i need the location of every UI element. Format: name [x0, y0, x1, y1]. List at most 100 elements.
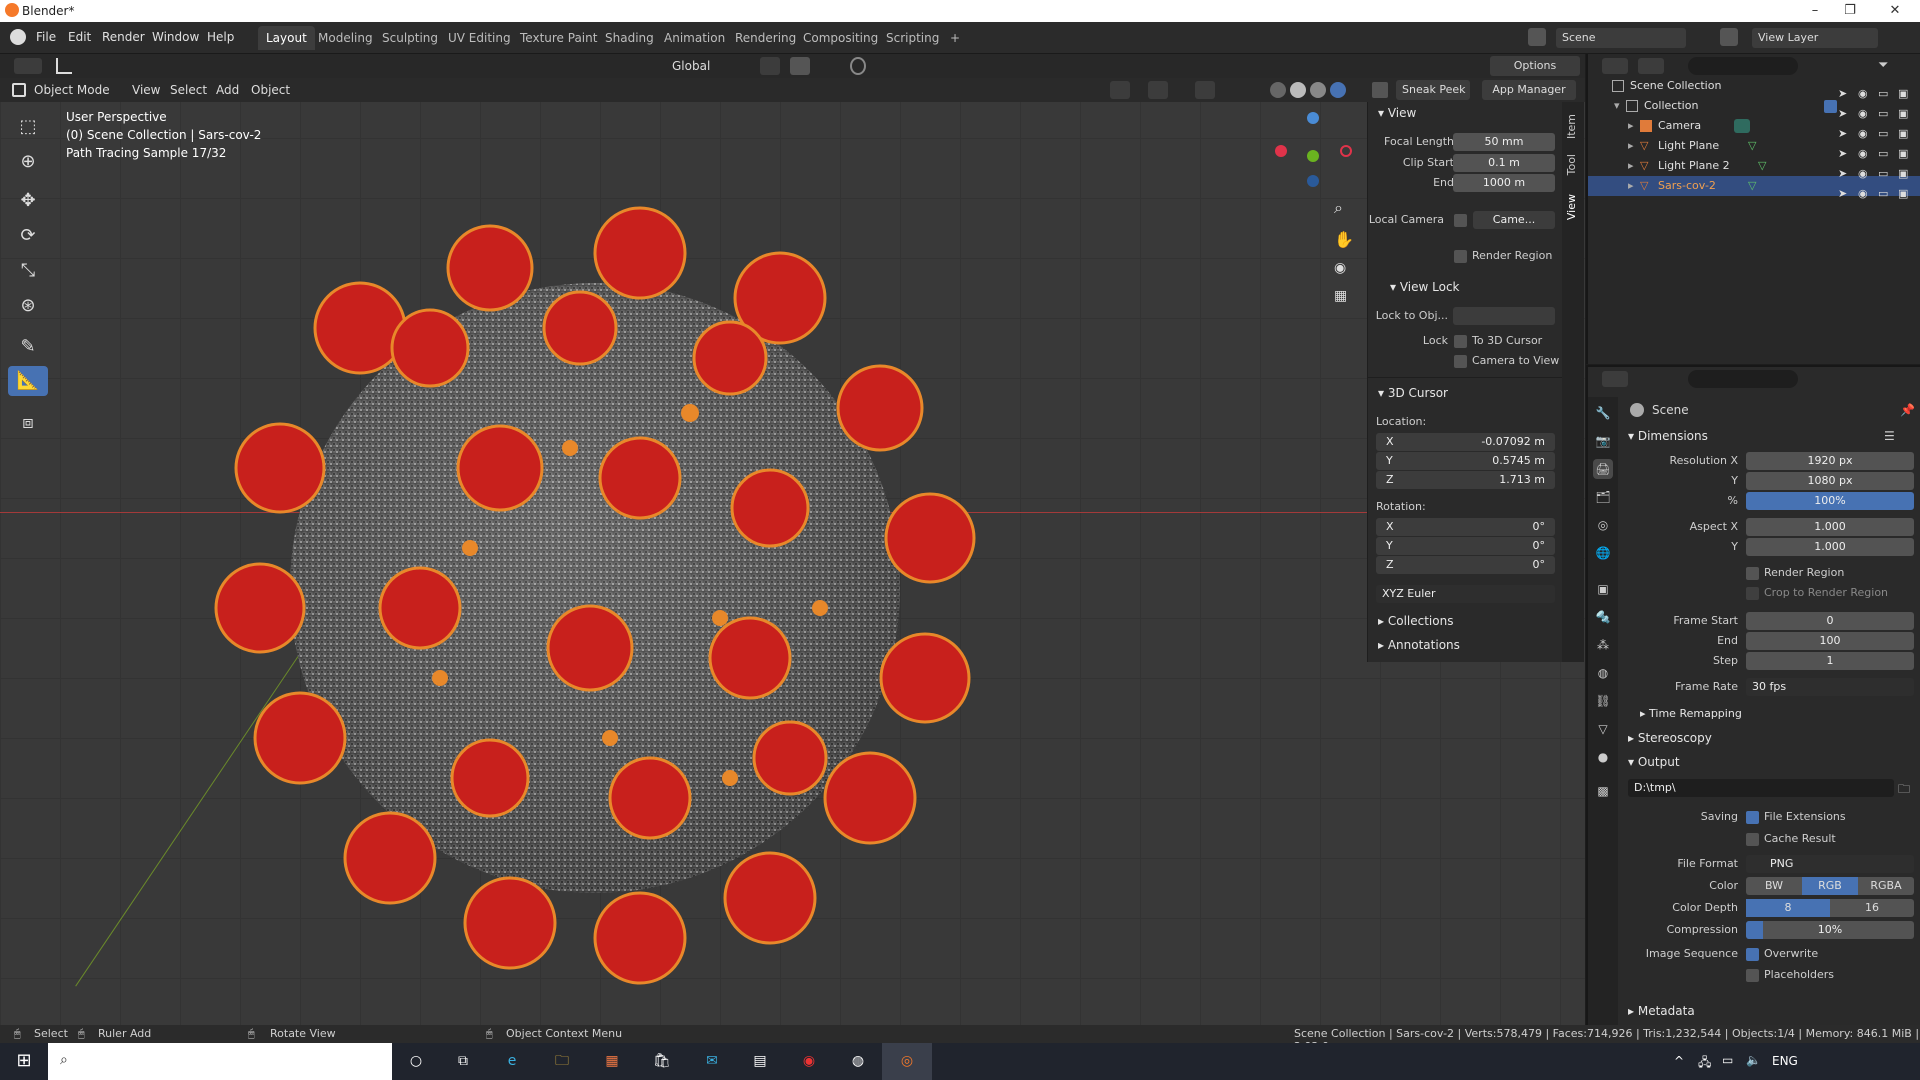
expand-arrow-icon[interactable]: ▾ — [1614, 99, 1620, 112]
metadata-header[interactable]: ▸ Metadata — [1628, 1004, 1695, 1018]
menu-add[interactable]: Add — [216, 83, 239, 97]
selectable-icon[interactable]: ➤ ➤ ➤ ➤ ➤ ➤ — [1838, 84, 1847, 204]
resolution-x-field[interactable]: 1920 px — [1746, 452, 1914, 470]
gizmo-neg-x-icon[interactable] — [1275, 145, 1287, 157]
resolution-y-field[interactable]: 1080 px — [1746, 472, 1914, 490]
tab-rendering[interactable]: Rendering — [727, 26, 804, 50]
local-camera-checkbox[interactable] — [1454, 214, 1467, 227]
cursor-rot-z-field[interactable]: Z 0° — [1376, 556, 1555, 574]
gizmo-y-icon[interactable] — [1307, 150, 1319, 162]
shading-material-icon[interactable] — [1310, 82, 1326, 98]
tray-chevron-icon[interactable]: ^ — [1674, 1054, 1684, 1068]
mesh-data-icon[interactable]: ▽ — [1758, 159, 1766, 172]
menu-help[interactable]: Help — [207, 30, 234, 44]
color-bw-option[interactable]: BW — [1746, 877, 1802, 895]
tab-compositing[interactable]: Compositing — [795, 26, 886, 50]
tab-item[interactable]: Item — [1565, 114, 1578, 139]
chrome-icon[interactable]: ◉ — [797, 1049, 821, 1073]
placeholders-checkbox[interactable] — [1746, 969, 1759, 982]
camera-view-icon[interactable]: ◉ — [1334, 260, 1346, 276]
expand-arrow-icon[interactable]: ▸ — [1628, 179, 1634, 192]
snap-icon[interactable] — [790, 57, 810, 75]
menu-object[interactable]: Object — [251, 83, 290, 97]
gizmo-z-icon[interactable] — [1307, 112, 1319, 124]
add-workspace-button[interactable]: + — [942, 26, 968, 50]
editor-type-icon[interactable] — [14, 58, 42, 74]
windows-start-icon[interactable]: ⊞ — [12, 1049, 36, 1073]
eye-icon[interactable]: ◉ ◉ ◉ ◉ ◉ ◉ — [1858, 84, 1868, 204]
time-remapping-header[interactable]: ▸ Time Remapping — [1640, 707, 1742, 720]
output-header[interactable]: ▾ Output — [1628, 755, 1680, 769]
mode-selector[interactable]: Object Mode — [34, 83, 110, 97]
menu-window[interactable]: Window — [152, 30, 199, 44]
app-icon[interactable]: ◍ — [846, 1049, 870, 1073]
tab-shading[interactable]: Shading — [597, 26, 662, 50]
tab-texture-paint[interactable]: Texture Paint — [512, 26, 605, 50]
render-toggle-icon[interactable]: ▣ ▣ ▣ ▣ ▣ ▣ — [1898, 84, 1908, 204]
pivot-icon[interactable] — [760, 57, 780, 75]
color-rgb-option[interactable]: RGB — [1802, 877, 1858, 895]
calculator-icon[interactable]: ▤ — [748, 1049, 772, 1073]
gizmo-toggle-icon[interactable] — [1148, 81, 1168, 99]
annotations-section-header[interactable]: ▸ Annotations — [1378, 638, 1460, 652]
cache-result-checkbox[interactable] — [1746, 833, 1759, 846]
ortho-grid-icon[interactable]: ▦ — [1334, 288, 1347, 304]
cortana-icon[interactable]: ○ — [404, 1049, 428, 1073]
menu-file[interactable]: File — [36, 30, 56, 44]
mesh-data-icon[interactable]: ▽ — [1748, 179, 1756, 192]
cursor-rot-y-field[interactable]: Y 0° — [1376, 537, 1555, 555]
camera-data-icon[interactable] — [1734, 119, 1750, 133]
tab-scripting[interactable]: Scripting — [878, 26, 947, 50]
local-camera-field[interactable]: Came... — [1473, 211, 1555, 229]
cursor-loc-y-field[interactable]: Y 0.5745 m — [1376, 452, 1555, 470]
pause-render-icon[interactable] — [1372, 82, 1388, 98]
add-cube-tool[interactable]: ⧈ — [8, 408, 48, 438]
shading-wireframe-icon[interactable] — [1270, 82, 1286, 98]
blender-menu-icon[interactable] — [10, 29, 26, 45]
particles-tab-icon[interactable]: ⁂ — [1593, 635, 1613, 655]
material-tab-icon[interactable]: ● — [1593, 747, 1613, 767]
language-indicator[interactable]: ENG — [1772, 1054, 1798, 1068]
close-button[interactable]: ✕ — [1880, 1, 1910, 21]
output-tab-icon[interactable]: 🖨 — [1593, 459, 1613, 479]
stereoscopy-header[interactable]: ▸ Stereoscopy — [1628, 731, 1712, 745]
data-tab-icon[interactable]: ▽ — [1593, 719, 1613, 739]
rotation-mode-dropdown[interactable]: XYZ Euler — [1376, 585, 1555, 603]
frame-end-field[interactable]: 100 — [1746, 632, 1914, 650]
file-extensions-checkbox[interactable] — [1746, 811, 1759, 824]
lock-to-cursor-checkbox[interactable] — [1454, 335, 1467, 348]
tab-animation[interactable]: Animation — [656, 26, 733, 50]
frame-rate-dropdown[interactable]: 30 fps — [1746, 678, 1914, 696]
visibility-icon[interactable] — [1110, 81, 1130, 99]
presets-icon[interactable]: ☰ — [1884, 429, 1895, 443]
3d-viewport[interactable]: ⌕ ✋ ◉ ▦ — [0, 78, 1585, 1025]
mail-icon[interactable]: ✉ — [700, 1049, 724, 1073]
constraints-tab-icon[interactable]: ⛓ — [1593, 691, 1613, 711]
menu-edit[interactable]: Edit — [68, 30, 91, 44]
view-layer-selector[interactable]: View Layer — [1752, 28, 1878, 48]
edge-icon[interactable]: e — [500, 1049, 524, 1073]
aspect-y-field[interactable]: 1.000 — [1746, 538, 1914, 556]
tab-view[interactable]: View — [1565, 194, 1578, 220]
lock-obj-field[interactable] — [1453, 307, 1555, 325]
crop-checkbox[interactable] — [1746, 587, 1759, 600]
tab-sculpting[interactable]: Sculpting — [374, 26, 446, 50]
camera-to-view-checkbox[interactable] — [1454, 355, 1467, 368]
world-tab-icon[interactable]: 🌐 — [1593, 543, 1613, 563]
resolution-pct-field[interactable]: 100% — [1746, 492, 1914, 510]
color-rgba-option[interactable]: RGBA — [1858, 877, 1914, 895]
transform-tool[interactable]: ⊛ — [8, 291, 48, 321]
tab-tool[interactable]: Tool — [1565, 154, 1578, 175]
expand-arrow-icon[interactable]: ▸ — [1628, 119, 1634, 132]
gizmo-x-icon[interactable] — [1340, 145, 1352, 157]
depth-8-option[interactable]: 8 — [1746, 899, 1830, 917]
gizmo-neg-z-icon[interactable] — [1307, 175, 1319, 187]
viewport-toggle-icon[interactable]: ▭ ▭ ▭ ▭ ▭ ▭ — [1878, 84, 1888, 204]
texture-tab-icon[interactable]: ▩ — [1593, 781, 1613, 801]
clip-start-field[interactable]: 0.1 m — [1453, 154, 1555, 172]
view-lock-header[interactable]: ▾ View Lock — [1390, 280, 1460, 294]
select-box-tool[interactable]: ⬚ — [8, 112, 48, 142]
tab-modeling[interactable]: Modeling — [310, 26, 381, 50]
compression-slider[interactable]: 10% — [1746, 921, 1914, 939]
collections-section-header[interactable]: ▸ Collections — [1378, 614, 1453, 628]
